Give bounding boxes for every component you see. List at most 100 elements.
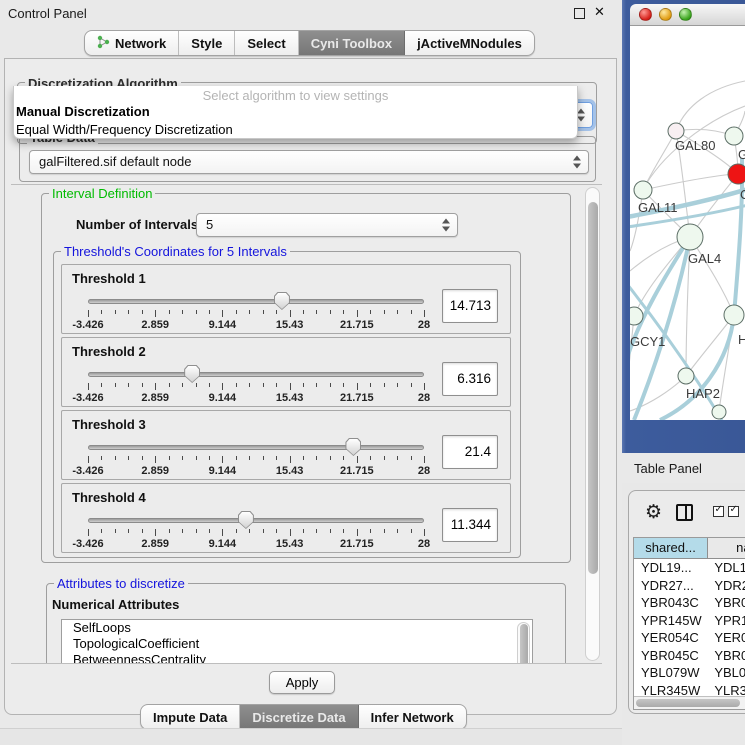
network-node[interactable] — [677, 224, 703, 250]
table-cell: YBR0 — [708, 647, 745, 665]
tick-mark — [128, 383, 129, 387]
scale-label: 2.859 — [141, 319, 169, 331]
zoom-traffic-light-icon[interactable] — [679, 8, 692, 21]
column-selector-icon[interactable] — [676, 504, 693, 521]
tab-infer-network[interactable]: Infer Network — [359, 705, 466, 729]
settings-scrollbar[interactable] — [585, 187, 600, 661]
close-traffic-light-icon[interactable] — [639, 8, 652, 21]
network-node[interactable] — [668, 123, 684, 139]
attribute-list-item[interactable]: BetweennessCentrality — [62, 652, 532, 664]
network-edge[interactable] — [643, 131, 676, 190]
threshold-value-field[interactable]: 21.4 — [442, 435, 498, 469]
tick-mark — [303, 383, 304, 387]
gear-icon[interactable]: ⚙ — [645, 501, 662, 523]
network-node[interactable] — [712, 405, 726, 419]
table-panel: ⚙ shared...na YDL19...YDL1YDR27...YDR2YB… — [628, 490, 745, 714]
scale-label: 9.144 — [209, 392, 237, 404]
numerical-attributes-label: Numerical Attributes — [52, 597, 179, 612]
minimize-traffic-light-icon[interactable] — [659, 8, 672, 21]
slider-track[interactable] — [88, 518, 424, 523]
network-edge-thick[interactable] — [660, 158, 742, 420]
tick-mark — [209, 456, 210, 460]
scale-label: 28 — [418, 319, 430, 331]
tab-label: Infer Network — [371, 710, 454, 725]
slider-thumb[interactable] — [274, 292, 290, 310]
table-row[interactable]: YBR045CYBR0 — [634, 647, 745, 665]
column-header[interactable]: na — [708, 538, 745, 559]
network-node[interactable] — [678, 368, 694, 384]
float-window-icon[interactable] — [574, 8, 585, 19]
tab-jactivemnodules[interactable]: jActiveMNodules — [405, 31, 534, 55]
table-row[interactable]: YBR043CYBR0 — [634, 594, 745, 612]
slider-thumb[interactable] — [238, 511, 254, 529]
apply-button[interactable]: Apply — [269, 671, 335, 694]
close-icon[interactable]: ✕ — [594, 4, 605, 20]
tab-network[interactable]: Network — [85, 31, 179, 55]
node-label: GCY1 — [630, 334, 665, 349]
table-hscrollbar-thumb[interactable] — [636, 699, 740, 707]
table-row[interactable]: YDL19...YDL1 — [634, 559, 745, 577]
slider-scale-labels: -3.4262.8599.14415.4321.71528 — [88, 538, 424, 550]
table-data-combobox[interactable]: galFiltered.sif default node — [29, 150, 589, 174]
network-node[interactable] — [728, 164, 745, 184]
tick-mark — [115, 456, 116, 460]
tick-mark — [343, 529, 344, 533]
attribute-list-item[interactable]: TopologicalCoefficient — [62, 636, 532, 652]
tick-mark — [411, 456, 412, 460]
tab-style[interactable]: Style — [179, 31, 235, 55]
attributes-scrollbar[interactable] — [517, 622, 530, 664]
table-row[interactable]: YER054CYER0 — [634, 629, 745, 647]
table-cell: YPR1 — [708, 612, 745, 630]
slider-thumb[interactable] — [184, 365, 200, 383]
network-canvas[interactable]: GAL80GACGAL11GAL4GCY1HHAP2 — [630, 26, 745, 420]
table-row[interactable]: YDR27...YDR2 — [634, 577, 745, 595]
slider-track[interactable] — [88, 299, 424, 304]
threshold-value-field[interactable]: 14.713 — [442, 289, 498, 323]
tick-mark — [155, 456, 156, 463]
threshold-slider[interactable]: -3.4262.8599.14415.4321.71528 — [88, 289, 424, 333]
threshold-value-field[interactable]: 6.316 — [442, 362, 498, 396]
attribute-list-item[interactable]: SelfLoops — [62, 620, 532, 636]
network-edge[interactable] — [643, 174, 735, 190]
scale-label: 15.43 — [276, 465, 304, 477]
threshold-slider[interactable]: -3.4262.8599.14415.4321.71528 — [88, 508, 424, 552]
tick-mark — [115, 310, 116, 314]
table-horizontal-scrollbar[interactable] — [634, 696, 745, 709]
scale-label: 28 — [418, 392, 430, 404]
slider-track[interactable] — [88, 445, 424, 450]
network-node[interactable] — [724, 305, 744, 325]
threshold-value-field[interactable]: 11.344 — [442, 508, 498, 542]
algorithm-popup-item[interactable]: Equal Width/Frequency Discretization — [14, 121, 577, 139]
network-node[interactable] — [634, 181, 652, 199]
settings-scrollbar-thumb[interactable] — [588, 202, 598, 574]
slider-thumb[interactable] — [345, 438, 361, 456]
tab-label: Impute Data — [153, 710, 227, 725]
tab-label: Network — [115, 36, 166, 51]
threshold-label: Threshold 4 — [72, 490, 146, 505]
threshold-slider[interactable]: -3.4262.8599.14415.4321.71528 — [88, 362, 424, 406]
slider-track[interactable] — [88, 372, 424, 377]
network-node[interactable] — [630, 307, 643, 325]
tick-mark — [128, 529, 129, 533]
control-panel: Control Panel ✕ NetworkStyleSelectCyni T… — [0, 0, 622, 745]
scale-label: 15.43 — [276, 538, 304, 550]
table-row[interactable]: YBL079WYBL0 — [634, 664, 745, 682]
column-header[interactable]: shared... — [634, 538, 708, 559]
tick-mark — [397, 383, 398, 387]
tab-cyni-toolbox[interactable]: Cyni Toolbox — [299, 31, 405, 55]
algorithm-popup-items: Manual DiscretizationEqual Width/Frequen… — [14, 103, 577, 139]
tick-mark — [276, 529, 277, 533]
algorithm-popup-item[interactable]: Manual Discretization — [14, 103, 577, 121]
network-node[interactable] — [725, 127, 743, 145]
scale-label: 2.859 — [141, 392, 169, 404]
checkbox-icon[interactable] — [728, 506, 739, 517]
tab-select[interactable]: Select — [235, 31, 298, 55]
tab-discretize-data[interactable]: Discretize Data — [240, 705, 358, 729]
attributes-scrollbar-thumb[interactable] — [520, 624, 528, 664]
checkbox-icon[interactable] — [713, 506, 724, 517]
tick-mark — [384, 310, 385, 314]
number-of-intervals-combobox[interactable]: 5 — [196, 213, 458, 237]
table-row[interactable]: YPR145WYPR1 — [634, 612, 745, 630]
threshold-slider[interactable]: -3.4262.8599.14415.4321.71528 — [88, 435, 424, 479]
tab-impute-data[interactable]: Impute Data — [141, 705, 240, 729]
